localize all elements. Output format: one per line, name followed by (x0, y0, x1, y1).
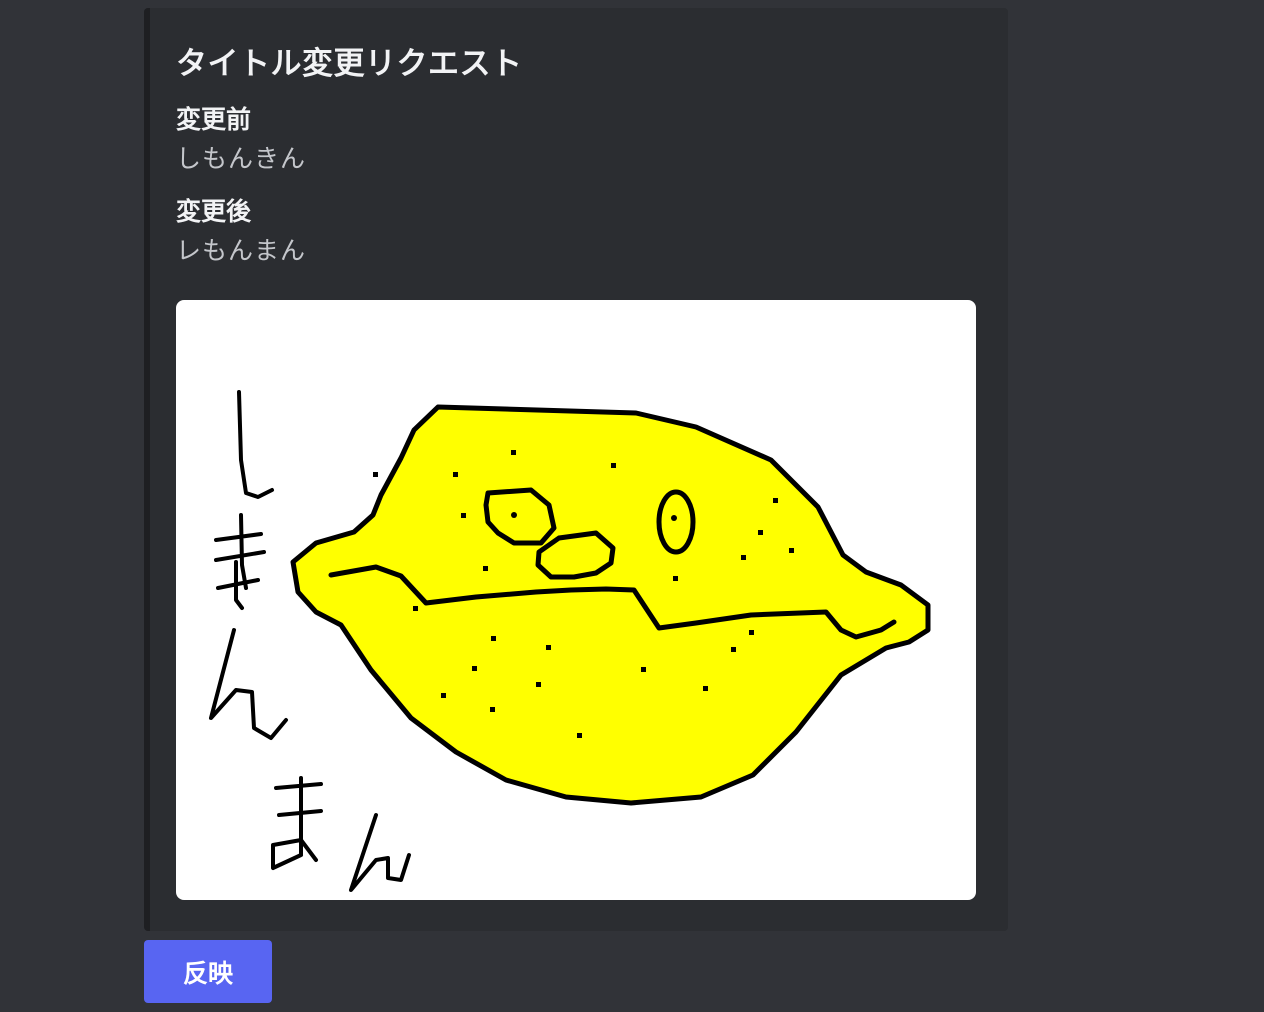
handwritten-n-1 (209, 628, 288, 740)
lemon-body (290, 404, 931, 806)
handwritten-n-2 (349, 813, 411, 892)
lemon-left-pupil (511, 512, 517, 518)
lemon-right-pupil (671, 515, 677, 521)
handwritten-ma (271, 776, 323, 870)
title-change-request-embed: タイトル変更リクエスト 変更前 しもんきん 変更後 レもんまん (144, 8, 1008, 931)
handwritten-mo-2 (216, 560, 260, 610)
handwritten-mo-1 (214, 513, 266, 590)
field-after-value: レもんまん (176, 236, 307, 265)
field-after-name: 変更後 (176, 197, 252, 226)
field-before-value: しもんきん (176, 144, 307, 173)
field-before-name: 変更前 (176, 105, 252, 134)
embed-title: タイトル変更リクエスト (176, 46, 523, 82)
handwritten-shi (237, 390, 274, 499)
embed-image[interactable] (176, 300, 976, 900)
lemon-character-drawing (209, 390, 931, 892)
apply-button[interactable]: 反映 (144, 940, 272, 1003)
